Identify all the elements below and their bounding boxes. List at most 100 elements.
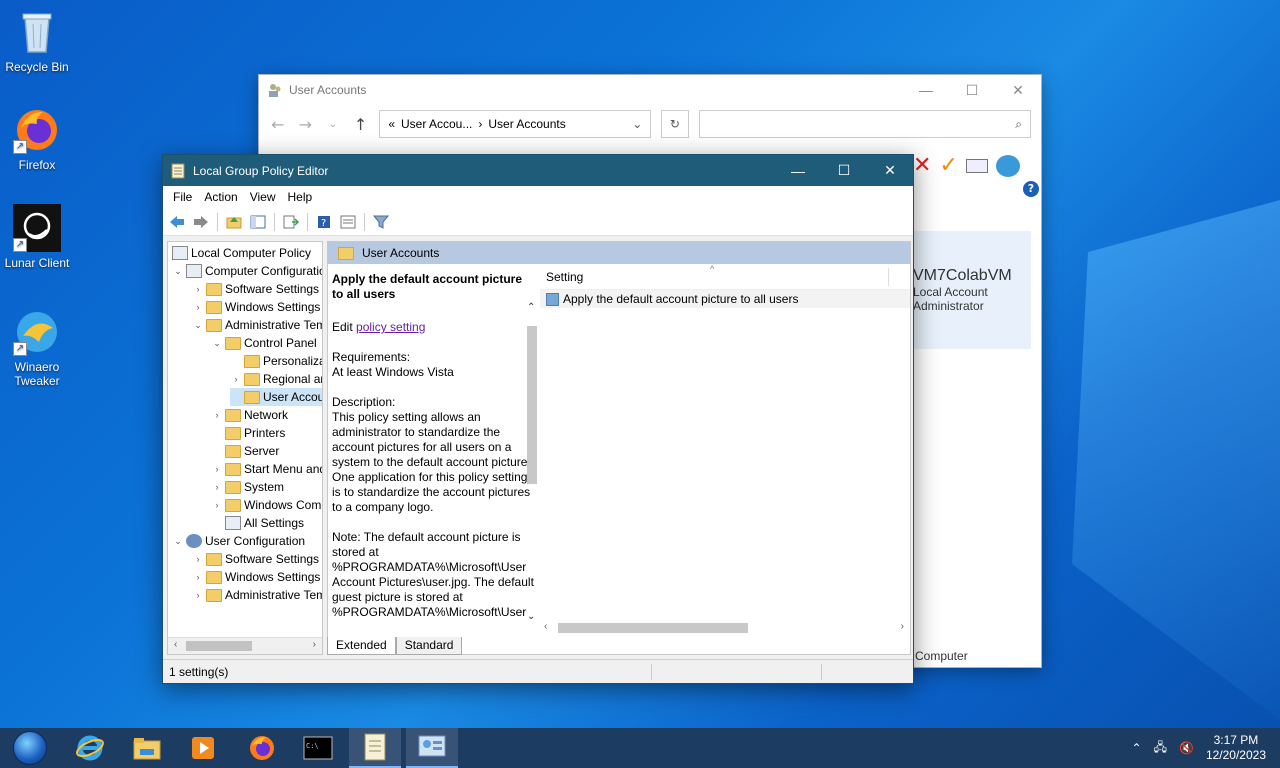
tree-item-user-accounts[interactable]: User Accounts	[230, 388, 322, 406]
chevron-down-icon[interactable]: ⌄	[172, 266, 184, 277]
taskbar-user-accounts[interactable]	[406, 728, 458, 768]
close-icon[interactable]: ✕	[867, 155, 913, 186]
taskbar-firefox[interactable]	[236, 728, 288, 768]
up-arrow-icon[interactable]: ↑	[352, 115, 370, 134]
tree-item-windows-components[interactable]: › Windows Components	[211, 496, 323, 514]
chevron-right-icon[interactable]: ›	[211, 410, 223, 420]
desktop-icon-firefox[interactable]: ↗ Firefox	[0, 106, 74, 172]
chevron-right-icon[interactable]: ›	[230, 374, 242, 384]
chevron-up-icon[interactable]: ⌃	[1132, 741, 1142, 755]
chevron-right-icon[interactable]: ›	[211, 482, 223, 492]
minimize-icon[interactable]: —	[775, 155, 821, 186]
tree-item-control-panel[interactable]: ⌄ Control Panel	[211, 334, 317, 352]
delete-icon[interactable]: ✕	[913, 153, 931, 178]
breadcrumb-part[interactable]: User Accou...	[401, 117, 472, 131]
card-icon[interactable]	[965, 158, 988, 173]
scrollbar-thumb[interactable]	[527, 326, 537, 484]
menu-file[interactable]: File	[167, 190, 198, 204]
tree-item-computer-configuration[interactable]: ⌄ Computer Configuration	[172, 262, 322, 280]
gpe-titlebar[interactable]: Local Group Policy Editor — ☐ ✕	[163, 155, 913, 186]
tree-item-network[interactable]: › Network	[211, 406, 289, 424]
filter-icon[interactable]	[371, 212, 391, 232]
desktop-icon-winaero-tweaker[interactable]: ↗ Winaero Tweaker	[0, 308, 74, 388]
menu-action[interactable]: Action	[198, 190, 243, 204]
forward-arrow-icon[interactable]	[191, 212, 211, 232]
taskbar-media-player[interactable]	[177, 728, 229, 768]
tree-item-user-windows-settings[interactable]: › Windows Settings	[192, 568, 321, 586]
desktop-icon-lunar-client[interactable]: ↗ Lunar Client	[0, 204, 74, 270]
scroll-left-icon[interactable]: ‹	[174, 639, 177, 650]
tab-standard[interactable]: Standard	[395, 637, 463, 655]
chevron-right-icon[interactable]: ›	[192, 590, 204, 600]
tree-item-system[interactable]: › System	[211, 478, 285, 496]
clock[interactable]: 3:17 PM 12/20/2023	[1206, 733, 1266, 763]
chevron-down-icon[interactable]: ⌄	[172, 536, 184, 547]
tree-item-printers[interactable]: Printers	[211, 424, 285, 442]
tree-item-server[interactable]: Server	[211, 442, 279, 460]
search-input[interactable]: ⌕	[698, 110, 1031, 138]
tree-item-administrative-templates[interactable]: ⌄ Administrative Templates	[192, 316, 322, 334]
chevron-right-icon[interactable]: ›	[192, 302, 204, 312]
scroll-left-icon[interactable]: ‹	[544, 621, 547, 632]
table-row[interactable]: Apply the default account picture to all…	[540, 290, 910, 308]
tree-horizontal-scrollbar[interactable]: ‹ ›	[168, 637, 322, 654]
address-bar[interactable]: « User Accou... › User Accounts ⌄	[379, 110, 652, 138]
tree-item-user-configuration[interactable]: ⌄ User Configuration	[172, 532, 305, 550]
tab-extended[interactable]: Extended	[327, 637, 396, 655]
taskbar-command-prompt[interactable]: C:\	[292, 728, 344, 768]
maximize-icon[interactable]: ☐	[949, 75, 995, 105]
list-horizontal-scrollbar[interactable]: ‹ ›	[540, 620, 910, 636]
column-header-setting[interactable]: ^ Setting	[540, 264, 910, 290]
tree-item-windows-settings[interactable]: › Windows Settings	[192, 298, 321, 316]
checkmark-icon[interactable]: ✓	[939, 153, 957, 178]
properties-icon[interactable]	[338, 212, 358, 232]
network-globe-icon[interactable]	[995, 154, 1020, 177]
scroll-up-icon[interactable]: ⌃	[527, 302, 535, 313]
group-policy-editor-window[interactable]: Local Group Policy Editor — ☐ ✕ File Act…	[162, 154, 914, 684]
volume-muted-icon[interactable]: 🔇	[1179, 741, 1194, 755]
chevron-right-icon[interactable]: ›	[211, 500, 223, 510]
chevron-down-icon[interactable]: ⌄	[632, 117, 642, 131]
help-book-icon[interactable]: ?	[314, 212, 334, 232]
start-button[interactable]	[13, 731, 47, 765]
recent-dropdown-icon[interactable]: ⌄	[324, 119, 342, 130]
tree-item-start-menu[interactable]: › Start Menu and Taskbar	[211, 460, 323, 478]
back-arrow-icon[interactable]	[167, 212, 187, 232]
desktop-icon-recycle-bin[interactable]: Recycle Bin	[0, 8, 74, 74]
chevron-right-icon[interactable]: ›	[192, 554, 204, 564]
chevron-right-icon[interactable]: ›	[211, 464, 223, 474]
tree-pane[interactable]: Local Computer Policy ⌄ Computer Configur…	[167, 241, 323, 655]
tree-item-personalization[interactable]: Personalization	[230, 352, 322, 370]
chevron-down-icon[interactable]: ⌄	[192, 320, 204, 331]
tree-item-user-software-settings[interactable]: › Software Settings	[192, 550, 320, 568]
scrollbar-thumb[interactable]	[558, 623, 748, 633]
refresh-button[interactable]: ↻	[661, 110, 689, 138]
tree-item-user-administrative-templates[interactable]: › Administrative Templates	[192, 586, 323, 604]
minimize-icon[interactable]: —	[903, 75, 949, 105]
help-icon[interactable]: ?	[1023, 181, 1039, 197]
chevron-down-icon[interactable]: ⌄	[211, 338, 223, 349]
user-account-card[interactable]: VM7ColabVM Local Account Administrator	[909, 231, 1031, 349]
menu-view[interactable]: View	[244, 190, 282, 204]
taskbar-internet-explorer[interactable]	[64, 728, 116, 768]
scroll-right-icon[interactable]: ›	[313, 639, 316, 650]
policy-setting-link[interactable]: policy setting	[356, 320, 425, 334]
tree-item-all-settings[interactable]: All Settings	[211, 514, 304, 532]
taskbar-group-policy-editor[interactable]	[349, 728, 401, 768]
network-icon[interactable]: 🖧	[1154, 738, 1167, 759]
back-arrow-icon[interactable]: ←	[269, 115, 287, 134]
breadcrumb-part[interactable]: User Accounts	[488, 117, 565, 131]
forward-arrow-icon[interactable]: →	[297, 115, 315, 134]
menu-help[interactable]: Help	[282, 190, 319, 204]
chevron-right-icon[interactable]: ›	[192, 284, 204, 294]
maximize-icon[interactable]: ☐	[821, 155, 867, 186]
tree-item-software-settings[interactable]: › Software Settings	[192, 280, 320, 298]
chevron-right-icon[interactable]: ›	[192, 572, 204, 582]
up-folder-icon[interactable]	[224, 212, 244, 232]
scrollbar-thumb[interactable]	[186, 641, 252, 651]
tree-item-regional-language[interactable]: › Regional and Language Options	[230, 370, 323, 388]
close-icon[interactable]: ✕	[995, 75, 1041, 105]
description-vertical-scrollbar[interactable]: ⌃ ⌄	[524, 302, 540, 622]
export-list-icon[interactable]	[281, 212, 301, 232]
tree-item-local-computer-policy[interactable]: Local Computer Policy	[170, 244, 311, 262]
